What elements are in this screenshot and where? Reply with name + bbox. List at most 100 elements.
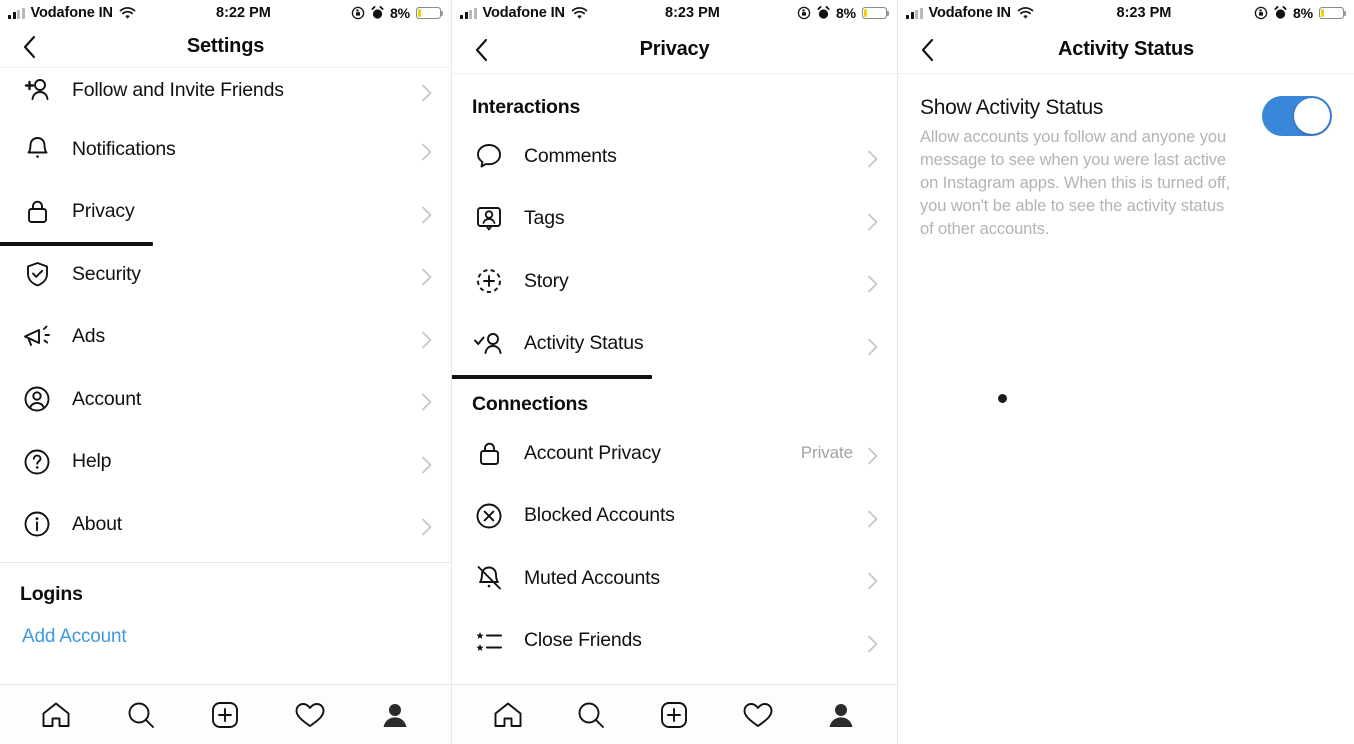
sidebar-item-label: About: [72, 512, 122, 535]
status-bar-left: Vodafone IN: [8, 5, 136, 21]
add-post-icon[interactable]: [202, 692, 248, 738]
three-panel-screenshot: Vodafone IN 8:22 PM 8% Settings Follow a…: [0, 0, 1354, 744]
list-item-blocked-accounts[interactable]: Blocked Accounts: [452, 485, 897, 548]
status-bar-privacy: Vodafone IN 8:23 PM 8%: [452, 0, 897, 26]
sidebar-item-label: Notifications: [72, 137, 176, 160]
navbar-privacy: Privacy: [452, 26, 897, 74]
add-person-icon: [20, 73, 54, 107]
signal-bars-icon: [460, 7, 477, 19]
chevron-right-icon: [867, 213, 879, 231]
add-account-link[interactable]: Add Account: [0, 612, 451, 648]
info-circle-icon: [20, 507, 54, 541]
wifi-icon: [119, 6, 136, 20]
status-bar-left: Vodafone IN: [906, 5, 1034, 21]
lock-icon: [20, 195, 54, 229]
sidebar-item-notifications[interactable]: Notifications: [0, 118, 451, 181]
list-item-label: Tags: [524, 207, 565, 230]
story-plus-icon: [472, 264, 506, 298]
status-bar-left: Vodafone IN: [460, 5, 588, 21]
sidebar-item-follow-and-invite-friends[interactable]: Follow and Invite Friends: [0, 68, 451, 118]
search-icon[interactable]: [118, 692, 164, 738]
heart-icon[interactable]: [735, 692, 781, 738]
activity-status-screen: Vodafone IN 8:23 PM 8% Activity Status S…: [898, 0, 1354, 744]
chevron-right-icon: [867, 572, 879, 590]
chevron-right-icon: [421, 518, 433, 536]
sidebar-item-ads[interactable]: Ads: [0, 306, 451, 369]
show-activity-status-description: Allow accounts you follow and anyone you…: [920, 128, 1230, 238]
chevron-right-icon: [421, 268, 433, 286]
star-list-icon: [472, 624, 506, 658]
wifi-icon: [571, 6, 588, 20]
list-item-comments[interactable]: Comments: [452, 125, 897, 188]
profile-icon[interactable]: [818, 692, 864, 738]
account-circle-icon: [20, 382, 54, 416]
page-title: Activity Status: [1058, 38, 1194, 60]
battery-percent-label: 8%: [389, 5, 410, 21]
list-item-label: Activity Status: [524, 332, 644, 355]
signal-bars-icon: [906, 7, 923, 19]
chevron-right-icon: [867, 338, 879, 356]
settings-screen: Vodafone IN 8:22 PM 8% Settings Follow a…: [0, 0, 452, 744]
page-title: Settings: [186, 35, 265, 57]
settings-list: Follow and Invite Friends Notifications: [0, 68, 451, 684]
home-icon[interactable]: [33, 692, 79, 738]
bottom-tab-bar-settings: [0, 684, 451, 744]
list-item-muted-accounts[interactable]: Muted Accounts: [452, 547, 897, 610]
status-bar-clock: 8:22 PM: [216, 5, 271, 21]
chevron-right-icon: [867, 635, 879, 653]
list-item-label: Account Privacy: [524, 441, 661, 464]
sidebar-item-about[interactable]: About: [0, 493, 451, 556]
activity-status-body: Show Activity Status Allow accounts you …: [898, 74, 1354, 744]
search-icon[interactable]: [568, 692, 614, 738]
navbar-settings: Settings: [0, 26, 451, 68]
sidebar-item-label: Security: [72, 262, 141, 285]
chevron-right-icon: [421, 331, 433, 349]
tag-person-icon: [472, 202, 506, 236]
bell-muted-icon: [472, 561, 506, 595]
sidebar-item-account[interactable]: Account: [0, 368, 451, 431]
chevron-right-icon: [867, 447, 879, 465]
help-circle-icon: [20, 445, 54, 479]
back-button[interactable]: [16, 34, 42, 60]
list-item-close-friends[interactable]: Close Friends: [452, 610, 897, 673]
sidebar-item-help[interactable]: Help: [0, 431, 451, 494]
sidebar-item-label: Account: [72, 387, 142, 410]
status-bar-right: 8%: [351, 5, 444, 21]
list-item-label: Close Friends: [524, 629, 642, 652]
privacy-list: Interactions Comments Tags Story Activit…: [452, 74, 897, 684]
carrier-label: Vodafone IN: [30, 5, 114, 21]
battery-low-icon: [862, 7, 890, 19]
chevron-right-icon: [421, 143, 433, 161]
list-item-label: Blocked Accounts: [524, 504, 675, 527]
alarm-clock-icon: [371, 6, 384, 20]
chevron-right-icon: [867, 275, 879, 293]
logins-section-header: Logins: [20, 582, 83, 605]
list-item-label: Comments: [524, 144, 617, 167]
back-button[interactable]: [468, 37, 494, 63]
sidebar-item-privacy[interactable]: Privacy: [0, 181, 451, 246]
status-bar-activity: Vodafone IN 8:23 PM 8%: [898, 0, 1354, 26]
activity-status-highlight-underline: [452, 375, 652, 379]
sidebar-item-label: Help: [72, 450, 112, 473]
list-item-story[interactable]: Story: [452, 250, 897, 313]
navbar-activity-status: Activity Status: [898, 26, 1354, 74]
battery-low-icon: [1319, 7, 1347, 19]
list-item-account-privacy[interactable]: Account Privacy Private: [452, 422, 897, 485]
sidebar-item-security[interactable]: Security: [0, 243, 451, 306]
back-button[interactable]: [914, 37, 940, 63]
megaphone-icon: [20, 320, 54, 354]
show-activity-status-toggle[interactable]: [1262, 96, 1332, 136]
toggle-knob: [1294, 98, 1330, 134]
status-bar-clock: 8:23 PM: [1116, 5, 1172, 21]
home-icon[interactable]: [485, 692, 531, 738]
list-item-label: Story: [524, 269, 569, 292]
list-item-activity-status[interactable]: Activity Status: [452, 313, 897, 379]
rotation-lock-icon: [797, 6, 811, 20]
list-item-tags[interactable]: Tags: [452, 188, 897, 251]
privacy-screen: Vodafone IN 8:23 PM 8% Privacy Interacti…: [452, 0, 898, 744]
battery-percent-label: 8%: [1292, 5, 1313, 21]
signal-bars-icon: [8, 7, 25, 19]
heart-icon[interactable]: [287, 692, 333, 738]
profile-icon[interactable]: [372, 692, 418, 738]
add-post-icon[interactable]: [651, 692, 697, 738]
